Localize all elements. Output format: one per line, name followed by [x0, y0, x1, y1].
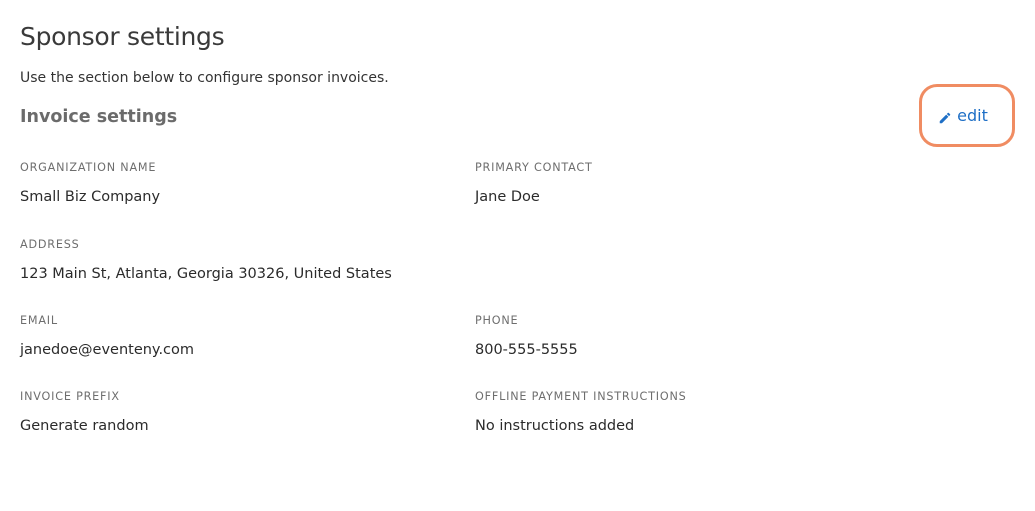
edit-invoice-settings-button[interactable]: edit [919, 84, 1015, 147]
field-label-primary-contact: PRIMARY CONTACT [475, 161, 593, 174]
field-label-invoice-prefix: INVOICE PREFIX [20, 390, 120, 403]
pencil-icon [938, 110, 952, 124]
page-title: Sponsor settings [20, 22, 225, 51]
field-value-address: 123 Main St, Atlanta, Georgia 30326, Uni… [20, 266, 392, 282]
section-title-invoice-settings: Invoice settings [20, 107, 178, 127]
field-email: EMAIL janedoe@eventeny.com [20, 314, 194, 360]
field-label-offline-payment-instructions: OFFLINE PAYMENT INSTRUCTIONS [475, 390, 687, 403]
edit-label: edit [957, 105, 988, 125]
field-value-invoice-prefix: Generate random [20, 418, 149, 434]
field-value-organization-name: Small Biz Company [20, 189, 161, 205]
field-value-primary-contact: Jane Doe [475, 189, 540, 205]
field-label-email: EMAIL [20, 314, 58, 327]
field-invoice-prefix: INVOICE PREFIX Generate random [20, 390, 149, 436]
field-organization-name: ORGANIZATION NAME Small Biz Company [20, 161, 160, 207]
field-label-address: ADDRESS [20, 238, 80, 251]
page-subtitle: Use the section below to configure spons… [20, 70, 389, 86]
field-primary-contact: PRIMARY CONTACT Jane Doe [475, 161, 593, 207]
sponsor-settings-page: Sponsor settings Use the section below t… [0, 0, 1035, 511]
field-value-phone: 800-555-5555 [475, 342, 578, 358]
field-value-email: janedoe@eventeny.com [20, 342, 195, 358]
field-label-organization-name: ORGANIZATION NAME [20, 161, 157, 174]
field-address: ADDRESS 123 Main St, Atlanta, Georgia 30… [20, 238, 392, 284]
field-offline-payment-instructions: OFFLINE PAYMENT INSTRUCTIONS No instruct… [475, 390, 687, 436]
field-phone: PHONE 800-555-5555 [475, 314, 578, 360]
field-value-offline-payment-instructions: No instructions added [475, 418, 635, 434]
field-label-phone: PHONE [475, 314, 519, 327]
